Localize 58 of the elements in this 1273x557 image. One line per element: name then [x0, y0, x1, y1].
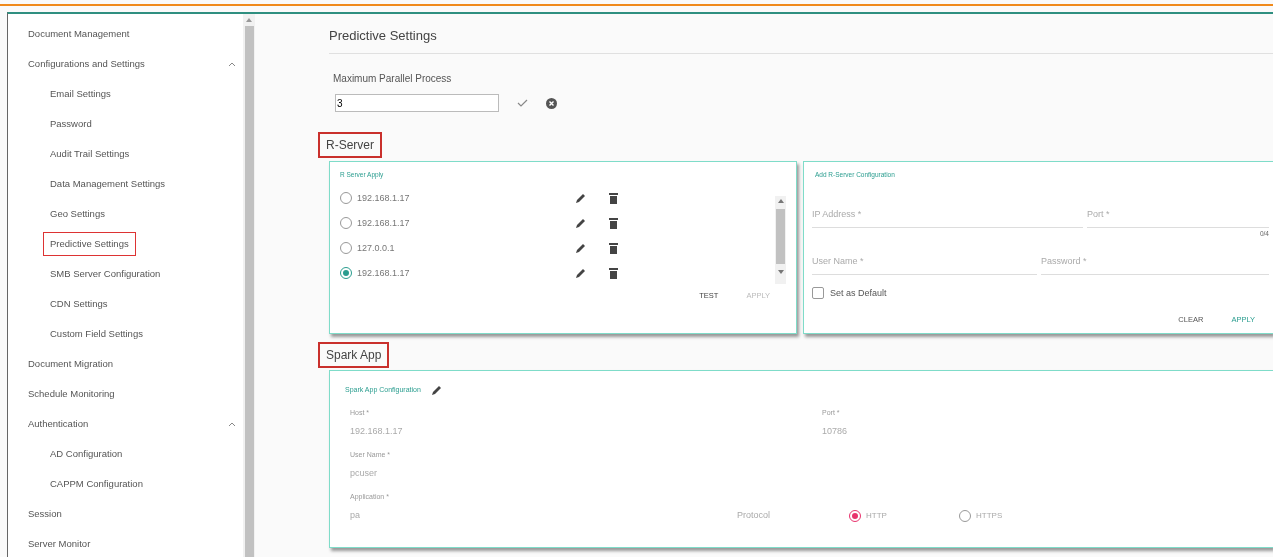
field-value: pcuser — [350, 466, 378, 480]
input-field[interactable]: IP Address * — [812, 207, 1083, 222]
scrollbar-thumb[interactable] — [776, 208, 785, 264]
sidebar-item[interactable]: Email Settings — [43, 81, 118, 107]
sidebar-item[interactable]: Document Management — [21, 21, 137, 47]
collapse-caret-icon[interactable] — [229, 422, 235, 426]
scroll-up-icon[interactable] — [777, 198, 784, 203]
sidebar-item[interactable]: Authentication — [21, 411, 96, 437]
radio-label: HTTP — [866, 510, 887, 522]
trash-icon[interactable] — [609, 267, 618, 279]
field-value: pa — [350, 508, 361, 522]
sidebar-item[interactable]: Document Migration — [21, 351, 120, 377]
field-value: 10786 — [822, 424, 848, 438]
input-field[interactable]: Password * — [1041, 254, 1269, 268]
scroll-down-icon[interactable] — [777, 269, 784, 274]
trash-icon[interactable] — [609, 192, 618, 204]
scroll-up-icon[interactable] — [246, 18, 252, 22]
input-field[interactable]: User Name * — [812, 254, 1037, 268]
pencil-icon[interactable] — [575, 242, 587, 255]
sidebar-item[interactable]: SMB Server Configuration — [43, 261, 168, 287]
input-field[interactable]: Port * — [1087, 207, 1269, 222]
pencil-icon[interactable] — [575, 192, 587, 205]
scrollbar-thumb[interactable] — [244, 26, 254, 557]
radio-label: HTTPS — [976, 510, 1003, 522]
sidebar-item[interactable]: Session — [21, 501, 69, 527]
field-label: Protocol — [737, 508, 772, 522]
section-heading: Spark App — [318, 342, 390, 368]
sidebar-item[interactable]: Password — [43, 111, 99, 137]
field-label: Maximum Parallel Process — [333, 72, 452, 86]
pencil-icon[interactable] — [575, 217, 587, 230]
checkmark-icon[interactable] — [517, 99, 528, 107]
section-heading: R-Server — [318, 132, 382, 158]
sidebar-item[interactable]: Predictive Settings — [43, 231, 136, 257]
checkbox-label: Set as Default — [830, 286, 887, 300]
field-value: 192.168.1.17 — [350, 424, 404, 438]
pencil-icon[interactable] — [575, 267, 587, 280]
page-title: Predictive Settings — [329, 26, 437, 45]
sidebar-item[interactable]: Schedule Monitoring — [21, 381, 122, 407]
pencil-icon[interactable] — [430, 384, 443, 396]
input-field[interactable]: 3 — [335, 94, 499, 112]
sidebar-item[interactable]: Server Monitor — [21, 531, 98, 557]
close-icon[interactable] — [546, 97, 557, 109]
trash-icon[interactable] — [609, 217, 618, 229]
sidebar-item[interactable]: CDN Settings — [43, 291, 115, 317]
sidebar-item[interactable]: AD Configuration — [43, 441, 130, 467]
sidebar-item[interactable]: Data Management Settings — [43, 171, 173, 197]
server-address: 192.168.1.17 — [357, 216, 410, 230]
server-address: 127.0.0.1 — [357, 241, 395, 255]
sidebar-item[interactable]: CAPPM Configuration — [43, 471, 150, 497]
sidebar-item[interactable]: Custom Field Settings — [43, 321, 150, 347]
server-address: 192.168.1.17 — [357, 266, 410, 280]
checkbox[interactable] — [812, 287, 824, 300]
server-address: 192.168.1.17 — [357, 191, 410, 205]
sidebar-item[interactable]: Audit Trail Settings — [43, 141, 137, 167]
sidebar-item[interactable]: Geo Settings — [43, 201, 112, 227]
collapse-caret-icon[interactable] — [229, 62, 235, 66]
trash-icon[interactable] — [609, 242, 618, 254]
sidebar-item[interactable]: Configurations and Settings — [21, 51, 152, 77]
